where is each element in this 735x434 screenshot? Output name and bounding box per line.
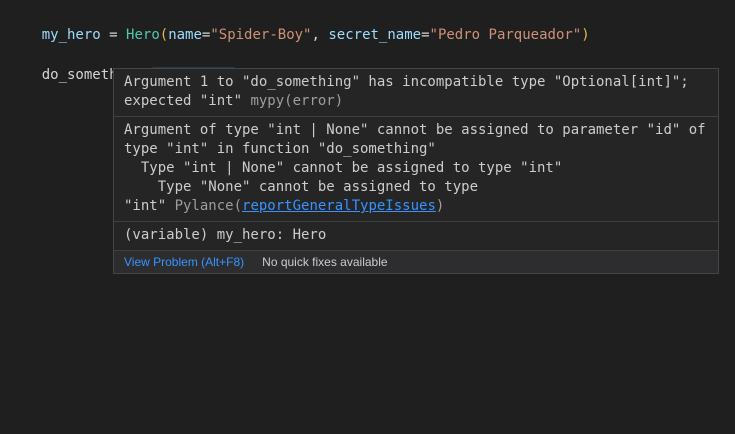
pylance-source-close: ) xyxy=(436,198,444,214)
mypy-message-text: expected "int" xyxy=(124,93,250,109)
pylance-message-line-3: Type "int | None" cannot be assigned to … xyxy=(124,159,708,178)
symbol-definition-text: (variable) my_hero: Hero xyxy=(124,226,708,245)
pylance-source-label: Pylance( xyxy=(175,198,242,214)
pylance-message-line-1: Argument of type "int | None" cannot be … xyxy=(124,121,708,140)
code-token: Hero xyxy=(126,27,160,43)
mypy-message-line-1: Argument 1 to "do_something" has incompa… xyxy=(124,73,708,92)
pylance-rule-link[interactable]: reportGeneralTypeIssues xyxy=(242,198,436,214)
code-token: = xyxy=(421,27,429,43)
hover-status-bar: View Problem (Alt+F8) No quick fixes ava… xyxy=(114,251,718,273)
no-quick-fixes-label: No quick fixes available xyxy=(262,254,387,270)
code-token: "Spider-Boy" xyxy=(210,27,311,43)
mypy-source-label: mypy(error) xyxy=(250,93,343,109)
code-token: my_hero xyxy=(42,27,101,43)
code-token: secret_name xyxy=(328,27,421,43)
pylance-message-line-4: Type "None" cannot be assigned to type xyxy=(124,178,708,197)
code-editor[interactable]: my_hero = Hero(name = "Spider-Boy", secret… xyxy=(0,0,735,434)
diagnostic-pylance: Argument of type "int | None" cannot be … xyxy=(114,117,718,222)
hover-tooltip: Argument 1 to "do_something" has incompa… xyxy=(113,68,719,274)
code-token: = xyxy=(101,27,126,43)
mypy-message-line-2: expected "int" mypy(error) xyxy=(124,92,708,111)
pylance-message-line-5: "int" Pylance(reportGeneralTypeIssues) xyxy=(124,197,708,216)
code-token: "Pedro Parqueador" xyxy=(430,27,582,43)
pylance-message-text: "int" xyxy=(124,198,175,214)
code-token: , xyxy=(312,27,329,43)
pylance-message-line-2: type "int" in function "do_something" xyxy=(124,140,708,159)
symbol-definition: (variable) my_hero: Hero xyxy=(114,222,718,251)
code-token: ) xyxy=(581,27,589,43)
code-token: name xyxy=(168,27,202,43)
code-token: ( xyxy=(160,27,168,43)
diagnostic-mypy: Argument 1 to "do_something" has incompa… xyxy=(114,69,718,117)
view-problem-link[interactable]: View Problem (Alt+F8) xyxy=(124,254,244,270)
